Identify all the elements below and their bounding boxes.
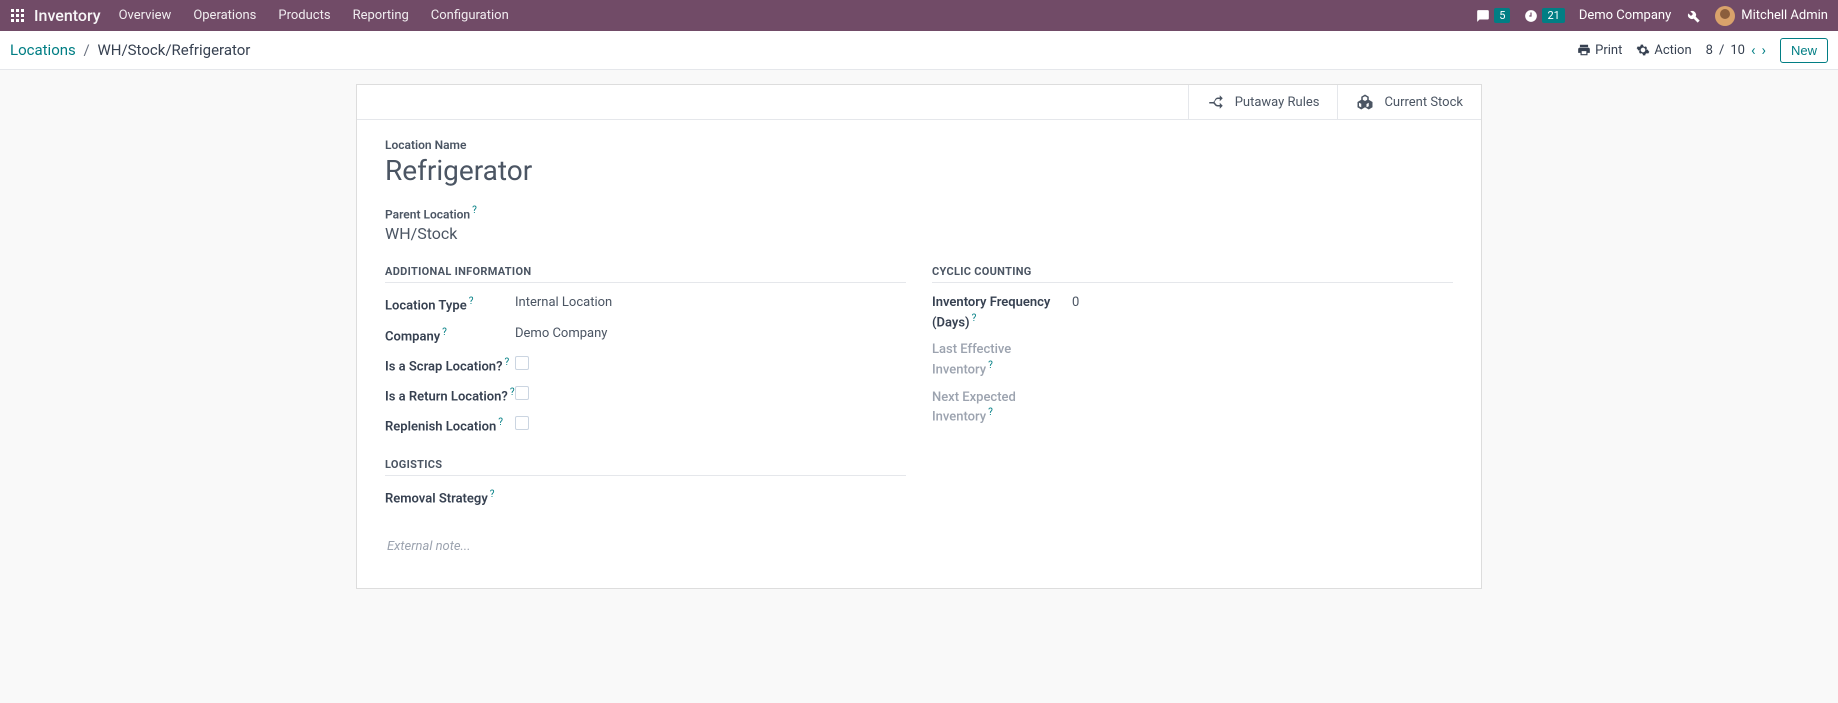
breadcrumb-root[interactable]: Locations xyxy=(10,41,76,59)
help-icon[interactable]: ? xyxy=(972,313,977,324)
app-name[interactable]: Inventory xyxy=(34,0,101,31)
section-cyclic-counting: CYCLIC COUNTING xyxy=(932,265,1453,283)
menu-reporting[interactable]: Reporting xyxy=(353,0,409,31)
section-additional-info: ADDITIONAL INFORMATION xyxy=(385,265,906,283)
new-button[interactable]: New xyxy=(1780,38,1828,63)
return-label: Is a Return Location? xyxy=(385,389,508,404)
location-type-field[interactable]: Internal Location xyxy=(515,295,612,310)
help-icon[interactable]: ? xyxy=(988,360,993,371)
return-checkbox[interactable] xyxy=(515,386,529,400)
help-icon[interactable]: ? xyxy=(504,357,509,368)
inventory-frequency-field[interactable]: 0 xyxy=(1072,295,1079,310)
chat-icon xyxy=(1476,9,1490,23)
help-icon[interactable]: ? xyxy=(469,296,474,307)
apps-icon[interactable] xyxy=(10,8,26,24)
shuffle-icon xyxy=(1207,93,1225,111)
action-button[interactable]: Action xyxy=(1636,43,1691,58)
pager-next[interactable]: › xyxy=(1761,41,1766,59)
help-icon[interactable]: ? xyxy=(510,387,515,398)
user-menu[interactable]: Mitchell Admin xyxy=(1715,0,1828,31)
pager-prev[interactable]: ‹ xyxy=(1751,41,1756,59)
putaway-label: Putaway Rules xyxy=(1235,95,1320,110)
help-icon[interactable]: ? xyxy=(442,327,447,338)
external-note-field[interactable]: External note... xyxy=(385,535,1453,558)
topbar: Inventory Overview Operations Products R… xyxy=(0,0,1838,31)
messages-button[interactable]: 5 xyxy=(1476,8,1510,23)
activities-count: 21 xyxy=(1542,8,1564,23)
breadcrumb-current: WH/Stock/Refrigerator xyxy=(97,41,250,59)
help-icon[interactable]: ? xyxy=(988,407,993,418)
section-logistics: LOGISTICS xyxy=(385,458,906,476)
debug-icon[interactable] xyxy=(1685,8,1701,24)
menu-operations[interactable]: Operations xyxy=(193,0,256,31)
scrap-label: Is a Scrap Location? xyxy=(385,359,502,374)
action-label: Action xyxy=(1654,43,1691,58)
help-icon[interactable]: ? xyxy=(490,489,495,500)
menu-configuration[interactable]: Configuration xyxy=(431,0,509,31)
gear-icon xyxy=(1636,43,1650,57)
pager: 8 / 10 ‹ › xyxy=(1706,41,1766,59)
print-button[interactable]: Print xyxy=(1577,43,1622,58)
help-icon[interactable]: ? xyxy=(472,205,477,216)
last-inventory-label: Last Effective Inventory xyxy=(932,342,1011,377)
avatar xyxy=(1715,6,1735,26)
breadcrumb: Locations / WH/Stock/Refrigerator xyxy=(10,41,250,59)
removal-strategy-label: Removal Strategy xyxy=(385,492,488,507)
pager-total: 10 xyxy=(1730,43,1745,58)
help-icon[interactable]: ? xyxy=(498,417,503,428)
company-label: Company xyxy=(385,329,440,344)
form-sheet: Putaway Rules Current Stock Location Nam… xyxy=(356,84,1482,589)
stat-bar: Putaway Rules Current Stock xyxy=(357,85,1481,120)
breadcrumb-sep: / xyxy=(84,41,90,59)
systray: 5 21 Demo Company Mitchell Admin xyxy=(1476,0,1828,31)
location-type-label: Location Type xyxy=(385,299,467,314)
stock-label: Current Stock xyxy=(1384,95,1463,110)
replenish-checkbox[interactable] xyxy=(515,416,529,430)
inventory-frequency-label: Inventory Frequency (Days) xyxy=(932,295,1050,330)
user-name: Mitchell Admin xyxy=(1741,0,1828,31)
location-name-label: Location Name xyxy=(385,138,1453,152)
replenish-label: Replenish Location xyxy=(385,420,496,435)
control-panel: Locations / WH/Stock/Refrigerator Print … xyxy=(0,31,1838,70)
clock-icon xyxy=(1524,9,1538,23)
print-label: Print xyxy=(1595,43,1622,58)
location-name-field[interactable]: Refrigerator xyxy=(385,154,1453,187)
current-stock-button[interactable]: Current Stock xyxy=(1337,85,1481,119)
boxes-icon xyxy=(1356,93,1374,111)
pager-sep: / xyxy=(1719,43,1724,58)
pager-pos[interactable]: 8 xyxy=(1706,43,1713,58)
menu-overview[interactable]: Overview xyxy=(119,0,172,31)
messages-count: 5 xyxy=(1494,8,1510,23)
company-switcher[interactable]: Demo Company xyxy=(1579,0,1671,31)
company-field[interactable]: Demo Company xyxy=(515,326,607,341)
parent-location-label: Parent Location xyxy=(385,207,470,221)
print-icon xyxy=(1577,43,1591,57)
menu-products[interactable]: Products xyxy=(278,0,330,31)
main-menu: Overview Operations Products Reporting C… xyxy=(119,0,509,31)
parent-location-field[interactable]: WH/Stock xyxy=(385,224,1453,243)
scrap-checkbox[interactable] xyxy=(515,356,529,370)
activities-button[interactable]: 21 xyxy=(1524,8,1564,23)
next-inventory-label: Next Expected Inventory xyxy=(932,390,1016,425)
putaway-rules-button[interactable]: Putaway Rules xyxy=(1188,85,1338,119)
